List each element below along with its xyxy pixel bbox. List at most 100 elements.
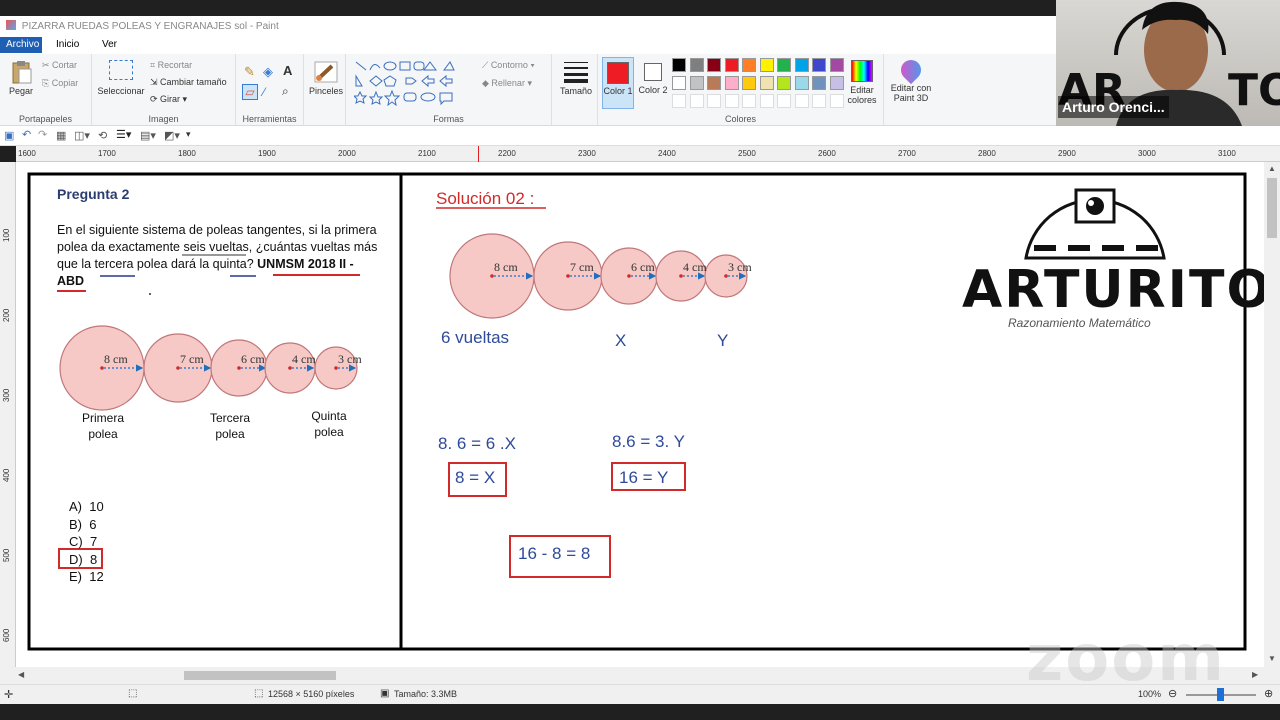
size-qat-icon[interactable]: ☰▾ [116,128,131,141]
rotate-button[interactable]: ⟳ Girar ▾ [150,94,187,105]
palette-swatch[interactable] [742,58,756,72]
rotate-icon[interactable]: ⟲ [98,129,107,142]
palette-swatch[interactable] [812,58,826,72]
cut-button[interactable]: ✂ Cortar [42,60,77,71]
redo-icon[interactable]: ↷ [38,128,47,141]
palette-swatch[interactable] [672,58,686,72]
palette-swatch[interactable] [759,58,774,72]
palette-swatch[interactable] [759,76,774,90]
horizontal-scroll-thumb[interactable] [184,671,336,680]
edit-colors-button[interactable]: Editar colores [844,60,880,105]
select-mode-icon[interactable]: ◫▾ [74,129,90,142]
vertical-scrollbar[interactable]: ▲ ▼ [1264,162,1280,667]
fill-qat-icon[interactable]: ◩▾ [164,129,180,142]
save-icon[interactable]: ▣ [4,129,14,142]
horizontal-ruler: 1600 1700 1800 1900 2000 2100 2200 2300 2400 2500… [16,146,1280,162]
scroll-left-icon[interactable]: ◀ [18,670,24,679]
palette-swatch[interactable] [742,76,756,90]
menu-view[interactable]: Ver [102,39,117,50]
vertical-scroll-thumb[interactable] [1267,178,1277,238]
ruler-tick-label: 1600 [18,149,36,158]
text-icon[interactable]: A [283,63,292,78]
copy-label: Copiar [51,78,79,88]
pulley-radius-label: 7 cm [570,260,594,274]
palette-swatch[interactable] [794,58,809,72]
color2-button[interactable]: Color 2 [638,57,668,109]
crop-button[interactable]: ⌗ Recortar [150,60,192,71]
palette-swatch[interactable] [829,58,844,72]
paint3d-icon [896,55,926,85]
paint3d-label: Editar con Paint 3D [890,83,932,103]
paint-canvas[interactable]: Pregunta 2 En el siguiente sistema de po… [16,162,1264,667]
palette-empty-swatch[interactable] [707,94,721,108]
menu-file[interactable]: Archivo [0,37,42,53]
file-size: Tamaño: 3.3MB [394,689,458,699]
cursor-position-icon: ✛ [4,689,14,701]
bottom-dark-bar [0,704,1280,720]
paste-button[interactable]: Pegar [6,60,36,96]
palette-swatch[interactable] [689,58,704,72]
menu-home[interactable]: Inicio [56,39,79,50]
fill-icon[interactable]: ◈ [263,64,273,80]
menu-bar: Archivo Inicio Ver [0,36,1056,54]
label-third-pulley: Tercera polea [195,410,265,442]
customize-qat-icon[interactable]: ▾ [186,129,191,140]
palette-empty-swatch[interactable] [812,94,826,108]
color-picker-icon[interactable]: ⁄ [263,85,265,99]
size-label: Tamaño [559,86,593,96]
outline-button[interactable]: ⟋ Contorno ▾ [482,60,535,71]
palette-empty-swatch[interactable] [724,94,739,108]
zoom-in-icon[interactable]: ⊕ [1264,687,1273,700]
palette-swatch[interactable] [724,76,739,90]
color1-button[interactable]: Color 1 [602,57,634,109]
palette-swatch[interactable] [672,76,686,90]
participant-name: Arturo Orenci... [1058,96,1169,118]
palette-swatch[interactable] [707,76,721,90]
palette-swatch[interactable] [724,58,739,72]
zoom-watermark: zoom [1026,622,1226,696]
resize-button[interactable]: ⇲ Cambiar tamaño [150,77,227,88]
select-button[interactable]: Seleccionar [94,60,148,96]
option-b: B) 6 [69,516,97,532]
palette-swatch[interactable] [777,58,791,72]
ruler-tick-label: 1900 [258,149,276,158]
palette-swatch[interactable] [707,58,721,72]
palette-empty-swatch[interactable] [759,94,774,108]
palette-swatch[interactable] [812,76,826,90]
scroll-down-icon[interactable]: ▼ [1268,654,1276,663]
scroll-right-icon[interactable]: ▶ [1252,670,1258,679]
ruler-tick-label: 3100 [1218,149,1236,158]
ruler-tick-label: 200 [2,308,11,322]
paste-qat-icon[interactable]: ▤▾ [140,129,156,142]
undo-icon[interactable]: ↶ [22,128,31,141]
colors-group: Color 1 Color 2 Editar colores Colores [598,54,884,126]
palette-swatch[interactable] [829,76,844,90]
pencil-icon[interactable]: ✎ [244,64,255,80]
copy-button[interactable]: ⎘ Copiar [42,78,78,89]
fill-button[interactable]: ◆ Rellenar ▾ [482,78,532,89]
shapes-gallery-icon[interactable] [354,60,478,106]
pulley-radius-label: 7 cm [180,352,204,366]
image-icon[interactable]: ▦ [56,129,66,142]
size-button[interactable]: Tamaño [556,60,596,96]
palette-empty-swatch[interactable] [794,94,809,108]
palette-empty-swatch[interactable] [672,94,686,108]
palette-swatch[interactable] [689,76,704,90]
palette-swatch[interactable] [794,76,809,90]
ruler-tick-label: 500 [2,548,11,562]
scroll-up-icon[interactable]: ▲ [1268,164,1276,173]
palette-empty-swatch[interactable] [777,94,791,108]
paint-app-icon [6,20,16,30]
paint3d-button[interactable]: Editar con Paint 3D [886,55,936,103]
palette-empty-swatch[interactable] [829,94,844,108]
shapes-group: ⟋ Contorno ▾ ◆ Rellenar ▾ Formas [346,54,552,126]
ruler-tick-label: 2700 [898,149,916,158]
eraser-icon[interactable]: ▱ [242,84,258,100]
brushes-button[interactable]: Pinceles [308,60,344,96]
unknown-y-label: Y [717,331,729,350]
image-group: Seleccionar ⌗ Recortar ⇲ Cambiar tamaño … [92,54,236,126]
palette-swatch[interactable] [777,76,791,90]
palette-empty-swatch[interactable] [742,94,756,108]
magnifier-icon[interactable]: ⌕ [282,84,289,99]
palette-empty-swatch[interactable] [689,94,704,108]
